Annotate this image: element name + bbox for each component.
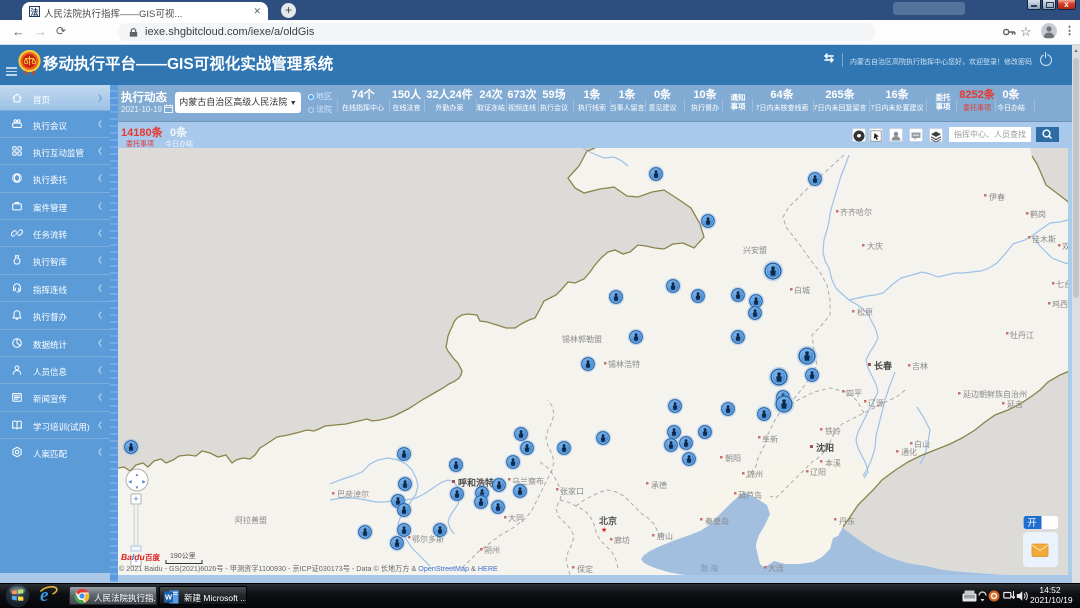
svg-text:开: 开 [1027,518,1037,529]
svg-text:丹东: 丹东 [839,516,855,526]
svg-text:秦皇岛: 秦皇岛 [705,516,729,526]
svg-text:大同: 大同 [508,513,524,523]
svg-text:▶: ▶ [142,479,146,484]
svg-text:辽阳: 辽阳 [810,468,826,477]
svg-text:锦州: 锦州 [747,469,763,479]
svg-text:朔州: 朔州 [484,545,500,555]
svg-text:190公里: 190公里 [170,552,196,560]
svg-text:大庆: 大庆 [867,241,883,251]
svg-text:鹤岗: 鹤岗 [1030,209,1046,219]
svg-text:铁岭: 铁岭 [825,426,841,436]
svg-text:佳木斯: 佳木斯 [1032,234,1056,244]
svg-text:朝阳: 朝阳 [725,454,741,463]
svg-text:呼和浩特: 呼和浩特 [458,477,494,488]
svg-text:伊春: 伊春 [989,192,1005,202]
svg-text:Baidu: Baidu [121,552,145,562]
svg-text:齐齐哈尔: 齐齐哈尔 [840,207,872,217]
svg-text:锡林浩特: 锡林浩特 [608,359,640,369]
svg-text:松原: 松原 [857,307,873,317]
svg-text:沈阳: 沈阳 [816,442,834,453]
svg-text:葫芦岛: 葫芦岛 [738,490,762,500]
svg-text:◀: ◀ [128,479,132,484]
svg-text:延边朝鲜族自治州: 延边朝鲜族自治州 [963,389,1027,399]
svg-text:吉林: 吉林 [912,361,928,371]
svg-text:保定: 保定 [577,564,593,574]
svg-text:鸡西: 鸡西 [1052,299,1068,309]
svg-text:★: ★ [601,526,607,534]
svg-text:白城: 白城 [794,285,810,295]
svg-text:承德: 承德 [651,480,667,490]
svg-text:辽源: 辽源 [868,399,884,408]
svg-text:▼: ▼ [135,485,139,490]
svg-text:大连: 大连 [768,563,784,573]
svg-text:锡林郭勒盟: 锡林郭勒盟 [562,334,602,344]
svg-text:+: + [133,494,138,504]
svg-text:延吉: 延吉 [1007,399,1023,409]
svg-text:© 2021 Baidu - GS(2021)6026号 -: © 2021 Baidu - GS(2021)6026号 - 甲测资字11009… [119,564,498,573]
svg-text:长春: 长春 [874,360,893,371]
svg-text:四平: 四平 [846,389,862,398]
svg-text:▲: ▲ [135,472,139,477]
svg-text:廊坊: 廊坊 [614,535,630,545]
svg-text:牡丹江: 牡丹江 [1010,330,1034,340]
svg-text:渤 海: 渤 海 [700,563,718,573]
svg-text:巴彦淖尔: 巴彦淖尔 [337,489,369,499]
svg-text:阜新: 阜新 [762,434,778,444]
svg-text:W: W [165,592,173,601]
svg-text:北京: 北京 [599,515,617,526]
svg-text:本溪: 本溪 [825,458,841,468]
svg-text:通化: 通化 [901,447,917,457]
svg-text:阿拉善盟: 阿拉善盟 [235,515,267,525]
svg-text:唐山: 唐山 [657,531,673,541]
svg-text:百度: 百度 [145,552,160,562]
svg-text:兴安盟: 兴安盟 [743,245,767,255]
svg-text:张家口: 张家口 [560,486,584,496]
